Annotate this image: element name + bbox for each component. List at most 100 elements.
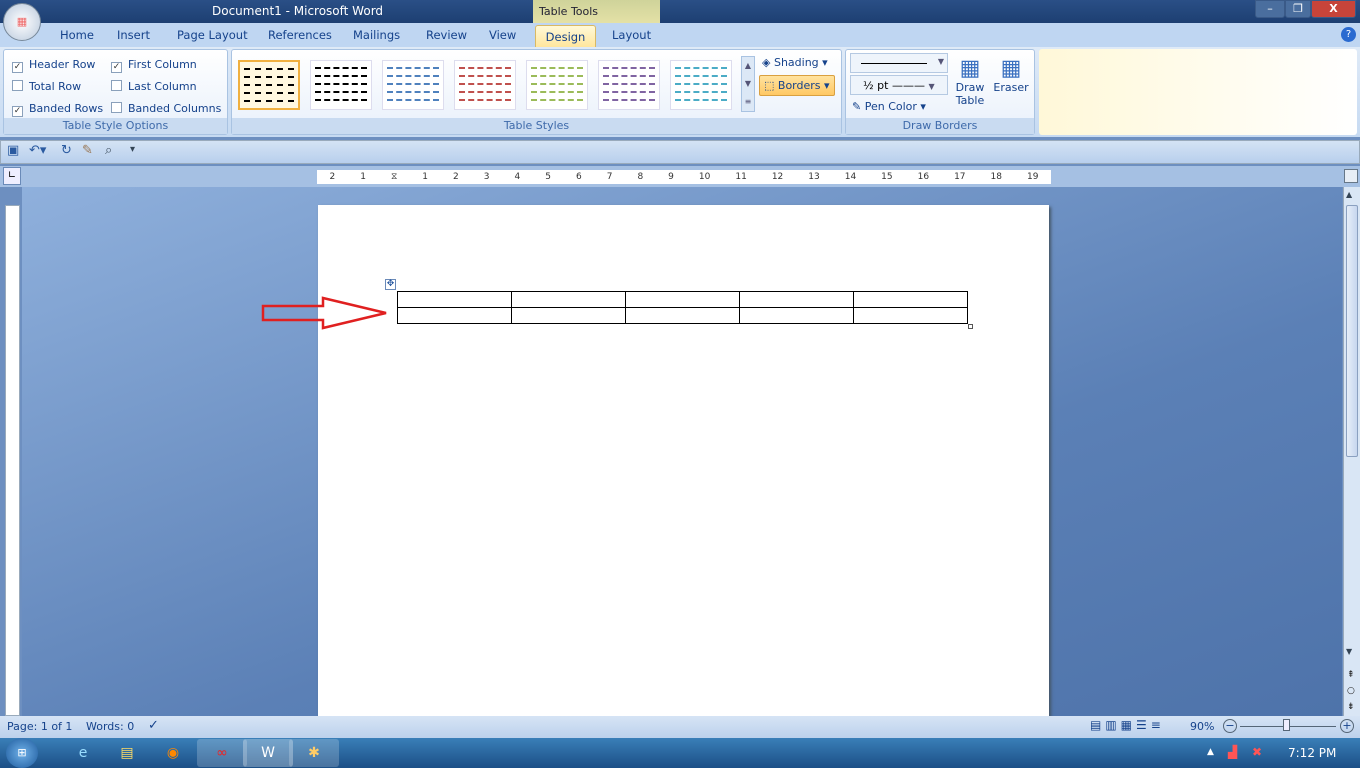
- undo-icon[interactable]: ↶▾: [29, 143, 46, 158]
- table-tools-label: Table Tools: [533, 0, 660, 23]
- print-preview-icon[interactable]: ⌕: [105, 143, 112, 158]
- vertical-ruler[interactable]: [5, 205, 20, 716]
- table-cell[interactable]: [397, 307, 512, 324]
- draw-table-button[interactable]: ▦ Draw Table: [952, 56, 988, 107]
- table-cell[interactable]: [625, 307, 740, 324]
- pen-style-dropdown[interactable]: ▼: [850, 53, 948, 73]
- word-taskbar-icon[interactable]: W: [243, 739, 293, 767]
- document-table[interactable]: [397, 291, 968, 324]
- first-column-checkbox[interactable]: ✓ First Column: [111, 58, 197, 73]
- browse-object-buttons[interactable]: ⇞ ○ ⇟: [1347, 667, 1355, 715]
- table-cell[interactable]: [853, 291, 968, 308]
- redo-icon[interactable]: ↻: [61, 143, 72, 158]
- ruler-tick-label: 6: [575, 172, 582, 182]
- proofing-icon[interactable]: ✓: [148, 718, 159, 733]
- table-cell[interactable]: [853, 307, 968, 324]
- page-count[interactable]: Page: 1 of 1: [7, 720, 72, 733]
- vertical-scrollbar[interactable]: ▲ ▼ ⇞ ○ ⇟: [1343, 187, 1360, 716]
- table-resize-handle[interactable]: [968, 324, 973, 329]
- table-cell[interactable]: [739, 291, 854, 308]
- table-style-swatch[interactable]: [238, 60, 300, 110]
- banded-rows-checkbox[interactable]: ✓ Banded Rows: [12, 102, 103, 117]
- tab-view[interactable]: View: [489, 28, 516, 42]
- pen-color-button[interactable]: ✎ Pen Color ▾: [852, 100, 926, 113]
- ruler-tick-label: 16: [917, 172, 930, 182]
- tab-mailings[interactable]: Mailings: [353, 28, 400, 42]
- view-ruler-icon[interactable]: [1344, 169, 1358, 183]
- app-icon[interactable]: ∞: [197, 739, 247, 767]
- table-style-swatch[interactable]: [670, 60, 732, 110]
- group-label: Draw Borders: [846, 118, 1034, 134]
- table-cell[interactable]: [397, 291, 512, 308]
- tab-selector-icon[interactable]: ∟: [3, 167, 21, 185]
- scroll-up-icon[interactable]: ▲: [1346, 190, 1352, 199]
- start-button[interactable]: ⊞: [6, 738, 38, 768]
- table-style-options-group: ✓ Header Row ✓ First Column Total Row Last…: [3, 49, 228, 135]
- table-cell[interactable]: [511, 291, 626, 308]
- firefox-icon[interactable]: ◉: [148, 739, 198, 767]
- zoom-in-icon[interactable]: +: [1340, 719, 1354, 733]
- scroll-thumb[interactable]: [1346, 205, 1358, 457]
- total-row-checkbox[interactable]: Total Row: [12, 80, 81, 93]
- banded-columns-checkbox[interactable]: Banded Columns: [111, 102, 221, 115]
- pen-weight-dropdown[interactable]: ½ pt ——— ▼: [850, 75, 948, 95]
- volume-icon[interactable]: ✖: [1252, 745, 1262, 759]
- shading-button[interactable]: ◈ Shading ▾: [762, 56, 828, 69]
- clock[interactable]: 7:12 PM: [1288, 746, 1336, 760]
- table-style-swatch[interactable]: [454, 60, 516, 110]
- document-page[interactable]: ✥: [318, 205, 1049, 716]
- tab-design[interactable]: Design: [535, 25, 596, 48]
- table-style-swatch[interactable]: [526, 60, 588, 110]
- horizontal-ruler[interactable]: 2 1 ⧖ 1 2 3 4 5 6 7 8 9 10 11 12 13 14 15 16 17 18 19: [317, 170, 1051, 184]
- office-button[interactable]: ▦: [3, 3, 41, 41]
- table-style-swatch[interactable]: [310, 60, 372, 110]
- restore-button[interactable]: ❐: [1285, 0, 1311, 18]
- table-cell[interactable]: [739, 307, 854, 324]
- scroll-down-icon[interactable]: ▼: [1346, 647, 1352, 656]
- customize-qat-icon[interactable]: ▾: [130, 144, 135, 155]
- tab-references[interactable]: References: [268, 28, 332, 42]
- zoom-slider-thumb[interactable]: [1283, 719, 1291, 731]
- ruler-tick-label: 7: [606, 172, 613, 182]
- zoom-level[interactable]: 90%: [1190, 720, 1214, 733]
- header-row-checkbox[interactable]: ✓ Header Row: [12, 58, 95, 73]
- borders-button[interactable]: ⬚ Borders ▾: [759, 75, 835, 96]
- close-button[interactable]: X: [1311, 0, 1356, 18]
- ie-icon[interactable]: e: [58, 739, 108, 767]
- network-icon[interactable]: ▟: [1228, 745, 1237, 759]
- table-style-swatch[interactable]: [382, 60, 444, 110]
- spelling-icon[interactable]: ✎: [82, 143, 93, 158]
- pen-icon: ✎: [852, 100, 862, 113]
- gallery-scroll[interactable]: ▲ ▼ ≡: [741, 56, 755, 112]
- view-buttons[interactable]: ▤▥▦☰≡: [1090, 718, 1165, 732]
- checkbox-checked-icon: ✓: [12, 106, 23, 117]
- paint-icon[interactable]: ✱: [289, 739, 339, 767]
- ruler-tick-label: 2: [453, 172, 459, 182]
- last-column-checkbox[interactable]: Last Column: [111, 80, 197, 93]
- tray-expand-icon[interactable]: ▲: [1207, 747, 1214, 757]
- tab-page-layout[interactable]: Page Layout: [177, 28, 248, 42]
- minimize-button[interactable]: –: [1255, 0, 1285, 18]
- table-style-swatch[interactable]: [598, 60, 660, 110]
- quick-access-toolbar: ▣ ↶▾ ↻ ✎ ⌕ ▾: [0, 140, 1360, 164]
- tab-layout[interactable]: Layout: [612, 28, 651, 42]
- ruler-tick-label: 17: [954, 172, 966, 182]
- checkbox-checked-icon: ✓: [12, 62, 23, 73]
- tab-review[interactable]: Review: [426, 28, 467, 42]
- table-cell[interactable]: [625, 291, 740, 308]
- explorer-icon[interactable]: ▤: [102, 739, 152, 767]
- window-title: Document1 - Microsoft Word: [212, 4, 384, 18]
- ruler-tick-label: 1: [360, 172, 366, 182]
- save-icon[interactable]: ▣: [7, 143, 19, 158]
- zoom-out-icon[interactable]: −: [1223, 719, 1237, 733]
- tab-home[interactable]: Home: [60, 28, 94, 42]
- table-cell[interactable]: [511, 307, 626, 324]
- ruler-tick-label: 14: [844, 172, 857, 182]
- ruler-tick-label: 2: [329, 172, 336, 182]
- help-icon[interactable]: ?: [1341, 27, 1356, 42]
- table-move-handle-icon[interactable]: ✥: [385, 279, 396, 290]
- tab-insert[interactable]: Insert: [117, 28, 150, 42]
- eraser-button[interactable]: ▦ Eraser: [992, 56, 1030, 94]
- title-bar: ▦ Document1 - Microsoft Word Table Tools…: [0, 0, 1360, 41]
- word-count[interactable]: Words: 0: [86, 720, 134, 733]
